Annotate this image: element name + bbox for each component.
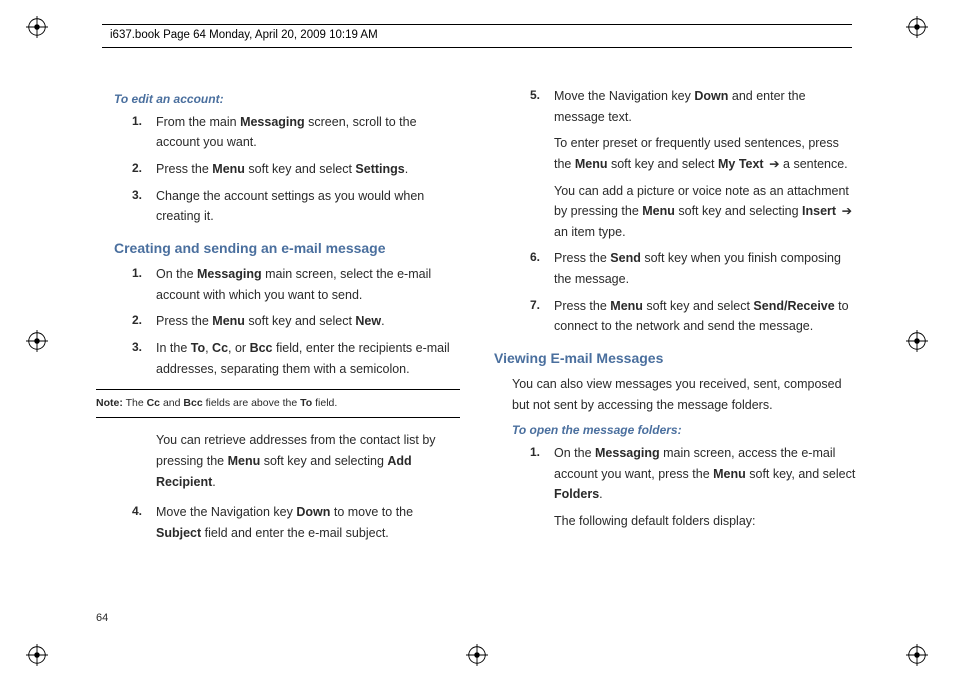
list-text: On the Messaging main screen, access the… (554, 443, 858, 532)
crop-mark-icon (906, 644, 928, 666)
list-item: 1. On the Messaging main screen, access … (530, 443, 858, 532)
page-number: 64 (96, 612, 108, 624)
list-text: Press the Send soft key when you finish … (554, 248, 858, 289)
list-item: 3. In the To, Cc, or Bcc field, enter th… (132, 338, 460, 379)
edit-account-list: 1. From the main Messaging screen, scrol… (132, 112, 460, 227)
list-item: 2. Press the Menu soft key and select Se… (132, 159, 460, 180)
list-item: 4. Move the Navigation key Down to move … (132, 502, 460, 543)
list-text: Press the Menu soft key and select Setti… (156, 159, 460, 180)
open-folders-list: 1. On the Messaging main screen, access … (530, 443, 858, 532)
list-item: 7. Press the Menu soft key and select Se… (530, 296, 858, 337)
list-number: 1. (132, 112, 156, 153)
list-text: Press the Menu soft key and select New. (156, 311, 460, 332)
crop-mark-icon (906, 16, 928, 38)
list-item: 6. Press the Send soft key when you fini… (530, 248, 858, 289)
crop-mark-icon (26, 644, 48, 666)
list-item: 2. Press the Menu soft key and select Ne… (132, 311, 460, 332)
list-text: In the To, Cc, or Bcc field, enter the r… (156, 338, 460, 379)
list-text: Press the Menu soft key and select Send/… (554, 296, 858, 337)
crop-mark-icon (906, 330, 928, 352)
list-number: 2. (132, 311, 156, 332)
crop-mark-icon (466, 644, 488, 666)
list-text: Move the Navigation key Down to move to … (156, 502, 460, 543)
list-item: 1. From the main Messaging screen, scrol… (132, 112, 460, 153)
list-text: On the Messaging main screen, select the… (156, 264, 460, 305)
heading-open-folders: To open the message folders: (512, 421, 858, 441)
print-header: i637.book Page 64 Monday, April 20, 2009… (102, 24, 852, 48)
list-number: 3. (132, 338, 156, 379)
list-text: Move the Navigation key Down and enter t… (554, 86, 858, 242)
list-item: 5. Move the Navigation key Down and ente… (530, 86, 858, 242)
page-content: To edit an account: 1. From the main Mes… (96, 86, 858, 602)
list-number: 7. (530, 296, 554, 337)
list-item: 3. Change the account settings as you wo… (132, 186, 460, 227)
create-send-list-right: 5. Move the Navigation key Down and ente… (530, 86, 858, 337)
print-header-text: i637.book Page 64 Monday, April 20, 2009… (110, 29, 378, 41)
list-number: 5. (530, 86, 554, 242)
heading-edit-account: To edit an account: (114, 90, 460, 110)
right-column: 5. Move the Navigation key Down and ente… (494, 86, 858, 602)
note-label: Note: (96, 397, 123, 409)
list-number: 1. (530, 443, 554, 532)
list-number: 2. (132, 159, 156, 180)
list-number: 3. (132, 186, 156, 227)
list-number: 6. (530, 248, 554, 289)
list-text: Change the account settings as you would… (156, 186, 460, 227)
crop-mark-icon (26, 330, 48, 352)
create-send-list-cont: 4. Move the Navigation key Down to move … (132, 502, 460, 543)
list-number: 4. (132, 502, 156, 543)
crop-mark-icon (26, 16, 48, 38)
note-box: Note: The Cc and Bcc fields are above th… (96, 389, 460, 418)
viewing-body: You can also view messages you received,… (512, 374, 858, 415)
left-column: To edit an account: 1. From the main Mes… (96, 86, 460, 602)
retrieve-paragraph: You can retrieve addresses from the cont… (156, 430, 460, 492)
list-number: 1. (132, 264, 156, 305)
heading-viewing: Viewing E-mail Messages (494, 347, 858, 370)
heading-create-send: Creating and sending an e-mail message (114, 237, 460, 260)
list-item: 1. On the Messaging main screen, select … (132, 264, 460, 305)
list-text: From the main Messaging screen, scroll t… (156, 112, 460, 153)
create-send-list: 1. On the Messaging main screen, select … (132, 264, 460, 379)
